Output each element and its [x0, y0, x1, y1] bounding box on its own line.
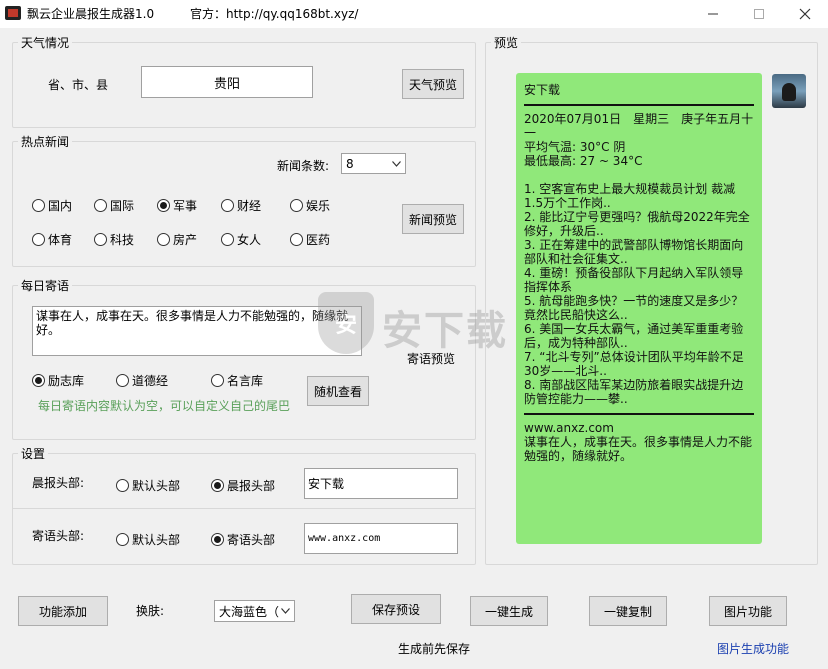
radio-circle-icon	[94, 233, 107, 246]
preview-group-label: 预览	[491, 34, 522, 51]
radio-circle-icon	[157, 233, 170, 246]
app-icon	[5, 6, 21, 20]
news-radio-6[interactable]: 科技	[94, 231, 134, 248]
preview-news-item: 8. 南部战区陆军某边防旅着眼实战提升边防管控能力——攀..	[524, 378, 744, 406]
news-radio-8[interactable]: 女人	[221, 231, 261, 248]
quote-header-label: 寄语头部:	[32, 529, 85, 543]
quote-default-radio[interactable]: 默认头部	[116, 531, 180, 548]
radio-circle-icon	[211, 479, 224, 492]
preview-news-item: 7. “北斗专列”总体设计团队平均年龄不足30岁——北斗..	[524, 350, 744, 378]
city-input[interactable]: 贵阳	[141, 66, 313, 98]
radio-circle-icon	[116, 374, 129, 387]
preview-news-item: 5. 航母能跑多快？一节的速度又是多少？竟然比民船快这么..	[524, 294, 744, 322]
save-hint-text: 生成前先保存	[398, 642, 471, 656]
preview-news-item: 1. 空客宣布史上最大规模裁员计划 裁减1.5万个工作岗..	[524, 182, 736, 210]
save-preset-button[interactable]: 保存预设	[351, 594, 441, 624]
add-feature-button[interactable]: 功能添加	[18, 596, 108, 626]
radio-circle-icon	[290, 233, 303, 246]
quote-source-radio-1[interactable]: 道德经	[116, 372, 168, 389]
news-radio-3[interactable]: 财经	[221, 197, 261, 214]
news-count-label: 新闻条数:	[277, 159, 330, 173]
preview-footer-site: www.anxz.com	[524, 421, 614, 435]
preview-footer-quote: 谋事在人，成事在天。很多事情是人力不能勉强的，随缘就好。	[524, 435, 753, 463]
morning-default-radio[interactable]: 默认头部	[116, 477, 180, 494]
news-radio-1[interactable]: 国际	[94, 197, 134, 214]
settings-group-label: 设置	[18, 445, 49, 462]
radio-circle-icon	[94, 199, 107, 212]
radio-circle-icon	[116, 479, 129, 492]
title-bar: 飘云企业晨报生成器1.0 官方：http://qy.qq168bt.xyz/	[0, 0, 828, 28]
skin-value: 大海蓝色（	[219, 604, 280, 619]
avatar	[772, 74, 806, 108]
quote-preview-button[interactable]: 寄语预览	[407, 350, 455, 367]
news-radio-5[interactable]: 体育	[32, 231, 72, 248]
morning-custom-radio[interactable]: 晨报头部	[211, 477, 275, 494]
radio-circle-icon	[32, 233, 45, 246]
official-site-text: 官方：http://qy.qq168bt.xyz/	[190, 7, 359, 21]
minimize-icon	[708, 13, 718, 15]
quote-group-label: 每日寄语	[18, 277, 73, 294]
quote-header-input[interactable]: www.anxz.com	[304, 523, 458, 554]
news-group-label: 热点新闻	[18, 133, 73, 150]
copy-button[interactable]: 一键复制	[589, 596, 667, 626]
news-radio-2[interactable]: 军事	[157, 197, 197, 214]
region-label: 省、市、县	[48, 78, 109, 92]
weather-preview-button[interactable]: 天气预览	[402, 69, 464, 99]
maximize-icon	[754, 9, 764, 19]
image-feature-button[interactable]: 图片功能	[709, 596, 787, 626]
radio-circle-icon	[290, 199, 303, 212]
preview-news-item: 3. 正在筹建中的武警部队博物馆长期面向部队和社会征集文..	[524, 238, 744, 266]
news-radio-4[interactable]: 娱乐	[290, 197, 330, 214]
quote-source-radio-0[interactable]: 励志库	[32, 372, 84, 389]
random-view-button[interactable]: 随机查看	[307, 376, 369, 406]
preview-news-item: 2. 能比辽宁号更强吗？俄航母2022年完全修好，升级后..	[524, 210, 750, 238]
preview-divider	[524, 104, 754, 106]
radio-circle-icon	[211, 374, 224, 387]
news-count-select[interactable]: 8	[341, 153, 406, 174]
radio-circle-icon	[157, 199, 170, 212]
close-button[interactable]	[782, 0, 828, 28]
chevron-down-icon	[392, 160, 401, 167]
preview-date: 2020年07月01日 星期三 庚子年五月十一	[524, 112, 754, 140]
skin-label: 换肤:	[136, 604, 165, 618]
news-count-value: 8	[346, 156, 354, 171]
minimize-button[interactable]	[690, 0, 736, 28]
weather-group-label: 天气情况	[18, 34, 73, 51]
news-radio-9[interactable]: 医药	[290, 231, 330, 248]
radio-circle-icon	[116, 533, 129, 546]
preview-header: 安下载	[524, 83, 561, 97]
preview-temp-avg: 平均气温: 30°C 阴	[524, 140, 626, 154]
radio-circle-icon	[221, 233, 234, 246]
preview-temp-range: 最低最高: 27 ~ 34°C	[524, 154, 643, 168]
radio-circle-icon	[32, 374, 45, 387]
quote-custom-radio[interactable]: 寄语头部	[211, 531, 275, 548]
preview-message-bubble: 安下载 2020年07月01日 星期三 庚子年五月十一 平均气温: 30°C 阴…	[516, 73, 762, 544]
image-generate-link[interactable]: 图片生成功能	[717, 640, 789, 657]
morning-header-input[interactable]: 安下载	[304, 468, 458, 499]
skin-select[interactable]: 大海蓝色（	[214, 600, 295, 622]
morning-header-label: 晨报头部:	[32, 476, 85, 490]
quote-textarea[interactable]: 谋事在人，成事在天。很多事情是人力不能勉强的，随缘就好。	[32, 306, 362, 356]
close-icon	[799, 8, 811, 20]
radio-circle-icon	[211, 533, 224, 546]
window-title: 飘云企业晨报生成器1.0	[27, 7, 155, 21]
preview-news-item: 6. 美国一女兵太霸气，通过美军重重考验后，成为特种部队..	[524, 322, 744, 350]
settings-divider	[12, 508, 476, 509]
radio-circle-icon	[32, 199, 45, 212]
chevron-down-icon	[281, 608, 290, 614]
quote-hint-text: 每日寄语内容默认为空，可以自定义自己的尾巴	[38, 399, 291, 413]
news-preview-button[interactable]: 新闻预览	[402, 204, 464, 234]
preview-divider	[524, 413, 754, 415]
preview-news-item: 4. 重磅！预备役部队下月起纳入军队领导指挥体系	[524, 266, 744, 294]
news-radio-0[interactable]: 国内	[32, 197, 72, 214]
generate-button[interactable]: 一键生成	[470, 596, 548, 626]
radio-circle-icon	[221, 199, 234, 212]
maximize-button[interactable]	[736, 0, 782, 28]
quote-source-radio-2[interactable]: 名言库	[211, 372, 263, 389]
news-radio-7[interactable]: 房产	[157, 231, 197, 248]
